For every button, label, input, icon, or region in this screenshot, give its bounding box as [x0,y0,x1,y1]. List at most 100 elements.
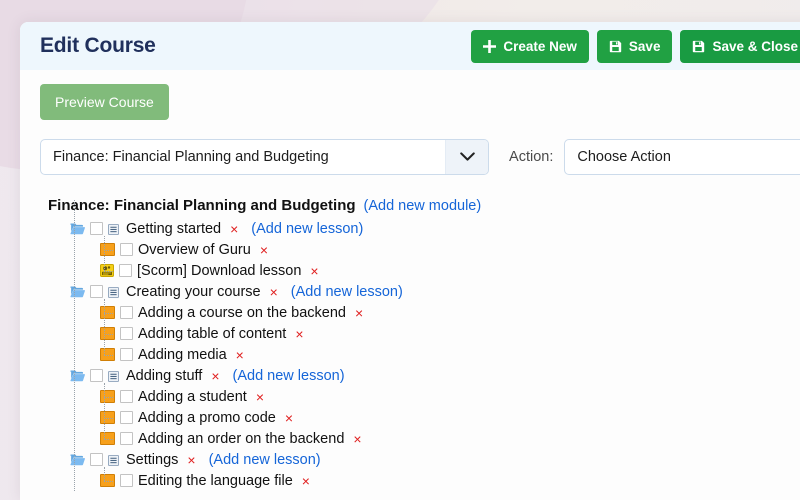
tree-lesson-row: Adding media × [48,344,800,365]
delete-module-icon[interactable]: × [187,453,195,467]
module-label[interactable]: Creating your course [126,284,261,300]
lesson-label[interactable]: Adding table of content [138,326,286,342]
save-and-close-button[interactable]: Save & Close [680,30,800,63]
tree-elbow [104,417,113,419]
delete-lesson-icon[interactable]: × [256,390,264,404]
delete-module-icon[interactable]: × [211,369,219,383]
tree-root-row: Finance: Financial Planning and Budgetin… [48,197,800,214]
save-and-close-label: Save & Close [712,39,798,54]
add-new-lesson-link[interactable]: (Add new lesson) [251,221,363,237]
lesson-label[interactable]: Adding a course on the backend [138,305,346,321]
add-new-lesson-link[interactable]: (Add new lesson) [233,368,345,384]
course-select[interactable]: Finance: Financial Planning and Budgetin… [40,139,490,175]
header-actions: Create New Save Save & Close [471,30,800,63]
tree-elbow [104,333,113,335]
lesson-checkbox[interactable] [120,474,133,487]
edit-course-card: Edit Course Create New Save Save & Close [20,22,800,500]
module-checkbox[interactable] [90,285,103,298]
tree-lesson-row: Adding an order on the backend × [48,428,800,449]
tree-lesson-row: Adding a promo code × [48,407,800,428]
add-new-lesson-link[interactable]: (Add new lesson) [291,284,403,300]
page-title: Edit Course [40,34,156,57]
plus-icon [483,40,497,53]
folder-open-icon[interactable] [70,222,85,235]
delete-lesson-icon[interactable]: × [285,411,293,425]
collapse-toggle-icon[interactable] [108,370,119,382]
save-label: Save [628,39,661,54]
delete-lesson-icon[interactable]: × [353,432,361,446]
tree-subrail [104,383,105,439]
lesson-checkbox[interactable] [120,390,133,403]
tree-lesson-row: Adding table of content × [48,323,800,344]
lesson-checkbox[interactable] [120,306,133,319]
course-select-value: Finance: Financial Planning and Budgetin… [53,149,329,165]
lesson-checkbox[interactable] [120,327,133,340]
add-new-module-link[interactable]: (Add new module) [364,198,482,214]
module-checkbox[interactable] [90,222,103,235]
preview-course-button[interactable]: Preview Course [40,84,169,120]
tree-elbow [104,312,113,314]
folder-open-icon[interactable] [70,369,85,382]
lesson-label[interactable]: Editing the language file [138,473,293,489]
lesson-checkbox[interactable] [120,432,133,445]
tree-subrail [104,467,105,481]
selector-row: Finance: Financial Planning and Budgetin… [40,139,800,175]
module-label[interactable]: Adding stuff [126,368,202,384]
collapse-toggle-icon[interactable] [108,223,119,235]
action-select[interactable]: Choose Action [564,139,800,175]
lesson-label[interactable]: Adding a promo code [138,410,276,426]
save-button[interactable]: Save [596,30,673,63]
lesson-checkbox[interactable] [120,348,133,361]
create-new-button[interactable]: Create New [471,30,589,63]
delete-lesson-icon[interactable]: × [260,243,268,257]
tree-elbow [104,438,113,440]
delete-module-icon[interactable]: × [230,222,238,236]
folder-open-icon[interactable] [70,453,85,466]
tree-lesson-row: Adding a student × [48,386,800,407]
module-checkbox[interactable] [90,453,103,466]
tree-elbow [104,396,113,398]
tree-elbow [104,480,113,482]
toolbar: Preview Course [20,70,800,120]
create-new-label: Create New [503,39,577,54]
module-checkbox[interactable] [90,369,103,382]
add-new-lesson-link[interactable]: (Add new lesson) [209,452,321,468]
tree-root-title: Finance: Financial Planning and Budgetin… [48,197,356,214]
delete-lesson-icon[interactable]: × [295,327,303,341]
lesson-checkbox[interactable] [120,411,133,424]
tree-elbow [104,249,113,251]
tree-subrail [104,299,105,355]
tree-lesson-row: Adding a course on the backend × [48,302,800,323]
lesson-checkbox[interactable] [120,243,133,256]
action-select-value: Choose Action [577,149,671,165]
lesson-label[interactable]: Adding an order on the backend [138,431,344,447]
lesson-label[interactable]: [Scorm] Download lesson [137,263,301,279]
save-disk-icon [609,40,622,53]
delete-module-icon[interactable]: × [270,285,278,299]
tree-subrail [104,236,105,271]
collapse-toggle-icon[interactable] [108,286,119,298]
card-header: Edit Course Create New Save Save & Close [20,22,800,70]
lesson-checkbox[interactable] [119,264,132,277]
folder-open-icon[interactable] [70,285,85,298]
tree-lesson-row: Editing the language file × [48,470,800,491]
collapse-toggle-icon[interactable] [108,454,119,466]
module-label[interactable]: Getting started [126,221,221,237]
delete-lesson-icon[interactable]: × [355,306,363,320]
tree-elbow [104,354,113,356]
delete-lesson-icon[interactable]: × [302,474,310,488]
delete-lesson-icon[interactable]: × [310,264,318,278]
tree-lesson-row: Overview of Guru × [48,239,800,260]
lesson-label[interactable]: Overview of Guru [138,242,251,258]
delete-lesson-icon[interactable]: × [236,348,244,362]
tree-rail [74,200,75,491]
lesson-label[interactable]: Adding a student [138,389,247,405]
tree-lesson-row: [Scorm] Download lesson × [48,260,800,281]
tree-elbow [104,270,113,272]
tree-module-row: Getting started × (Add new lesson) [48,218,800,239]
module-label[interactable]: Settings [126,452,178,468]
chevron-down-icon[interactable] [445,140,489,174]
lesson-label[interactable]: Adding media [138,347,227,363]
action-label: Action: [509,149,554,165]
tree-module-row: Creating your course × (Add new lesson) [48,281,800,302]
